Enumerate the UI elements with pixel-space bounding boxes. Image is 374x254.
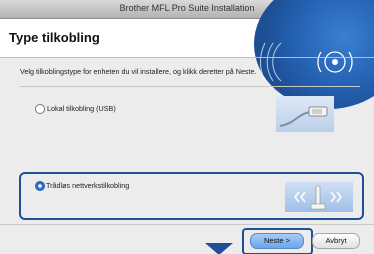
radio-wireless[interactable]	[35, 181, 45, 191]
header-divider	[0, 57, 374, 58]
option-wireless-label: Trådløs nettverkstilkobling	[46, 181, 130, 190]
cancel-button[interactable]: Avbryt	[312, 233, 360, 249]
options-divider	[20, 86, 360, 87]
page-title: Type tilkobling	[9, 30, 100, 45]
next-button[interactable]: Neste >	[250, 233, 304, 249]
wireless-network-icon	[285, 182, 353, 212]
usb-cable-icon	[276, 96, 334, 132]
option-usb-label: Lokal tilkobling (USB)	[47, 104, 116, 113]
radio-usb[interactable]	[35, 104, 45, 114]
down-arrow-icon	[205, 243, 233, 254]
instruction-text: Velg tilkoblingstype for enheten du vil …	[20, 67, 257, 76]
footer-divider	[0, 224, 374, 225]
installer-window: Brother MFL Pro Suite Installation Type …	[0, 0, 374, 254]
header-banner: Type tilkobling	[0, 0, 374, 109]
wireless-logo-icon	[259, 42, 353, 82]
